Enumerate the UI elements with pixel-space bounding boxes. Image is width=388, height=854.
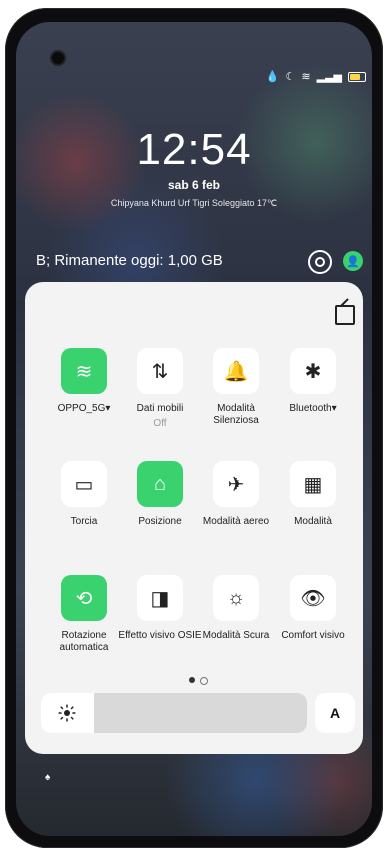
clock: 12:54: [136, 125, 252, 174]
flashlight-icon: ▭: [74, 473, 94, 496]
tile-eye[interactable]: 👁: [290, 575, 336, 621]
brightness-slider[interactable]: [41, 693, 307, 733]
tile-label: Torcia: [70, 516, 98, 527]
page-dot-inactive: [200, 677, 208, 685]
tile-label: Modalità Silenziosa: [213, 403, 259, 426]
tile-bell[interactable]: 🔔: [213, 348, 259, 394]
tile-location[interactable]: ⌂: [137, 461, 183, 507]
settings-gear-icon[interactable]: [308, 250, 332, 274]
tile-bluetooth[interactable]: ✱: [290, 348, 336, 394]
rotate-icon: ⟲: [75, 587, 93, 610]
tile-label: Bluetooth▾: [289, 403, 337, 414]
tile-split-screen[interactable]: ◨: [137, 575, 183, 621]
front-camera: [52, 52, 64, 64]
tile-label: Rotazione automatica: [59, 630, 109, 653]
tile-label: OPPO_5G▾: [57, 403, 111, 414]
battery-icon: [348, 71, 366, 82]
mm-icon: ♠: [45, 772, 51, 783]
wifi-icon: ≋: [75, 360, 93, 383]
tile-mobile-data[interactable]: ⇅: [137, 348, 183, 394]
tile-label: Modalità Scura: [202, 630, 270, 641]
page-indicator: [189, 676, 209, 685]
tile-label: Modalità: [294, 516, 332, 527]
wifi-status-icon: ≋: [301, 71, 311, 83]
tile-wifi[interactable]: ≋: [61, 348, 107, 394]
bell-icon: 🔔: [223, 360, 249, 383]
bluetooth-icon: ✱: [304, 360, 322, 383]
tile-label: Comfort visivo: [281, 630, 345, 641]
eye-icon: 👁: [300, 587, 326, 610]
date: sab 6 feb: [167, 178, 221, 192]
tile-dark-mode[interactable]: ☼: [213, 575, 259, 621]
brightness-sun-icon: [58, 704, 76, 722]
tile-grid[interactable]: ▦: [290, 461, 336, 507]
moon-icon: ☾: [285, 71, 296, 83]
location-icon: ⌂: [153, 472, 167, 495]
water-drop-icon: 💧: [265, 71, 280, 83]
weather-line: Chipyana Khurd Urf Tigri Soleggiato 17℃: [110, 198, 278, 208]
edit-icon[interactable]: [335, 305, 355, 325]
status-bar: 💧 ☾ ≋ ▂▃▅: [266, 70, 366, 83]
dark-mode-icon: ☼: [226, 586, 246, 609]
airplane-icon: ✈: [227, 473, 245, 496]
mobile-data-icon: ⇅: [151, 360, 169, 383]
tile-label: Dati mobili: [136, 403, 184, 414]
tile-sublabel: Off: [153, 418, 167, 429]
data-remaining: B; Rimanente oggi: 1,00 GB: [36, 252, 223, 269]
grid-icon: ▦: [303, 473, 323, 496]
tile-rotate[interactable]: ⟲: [61, 575, 107, 621]
page-dot-active: [189, 677, 195, 683]
tile-label: Effetto visivo OSIE: [118, 630, 202, 641]
split-screen-icon: ◨: [150, 587, 170, 610]
tile-airplane[interactable]: ✈: [213, 461, 259, 507]
tile-flashlight[interactable]: ▭: [61, 461, 107, 507]
auto-brightness-button[interactable]: A: [315, 693, 355, 733]
signal-icon: ▂▃▅: [316, 71, 342, 83]
tile-label: Modalità aereo: [202, 516, 270, 527]
tile-label: Posizione: [138, 516, 182, 527]
user-avatar-icon[interactable]: 👤: [343, 251, 363, 271]
